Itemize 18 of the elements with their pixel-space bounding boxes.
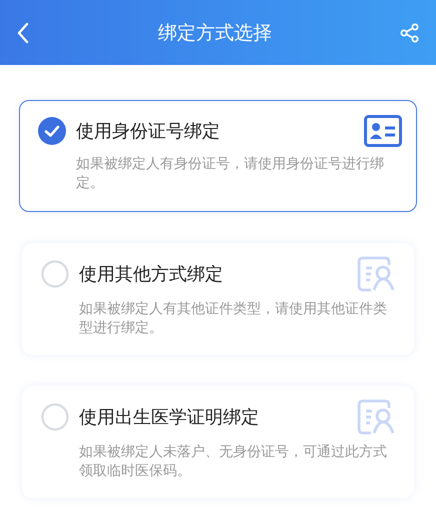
- option-description: 如果被绑定人未落户、无身份证号，可通过此方式领取临时医保码。: [79, 443, 388, 481]
- page-title: 绑定方式选择: [158, 20, 272, 46]
- option-card[interactable]: 使用其他方式绑定 如果被绑定人有其他证件类型，请使用其他证件类型进行绑定。: [22, 243, 414, 355]
- option-title: 使用出生医学证明绑定: [79, 406, 260, 429]
- radio-icon: [41, 403, 69, 431]
- option-description: 如果被绑定人有身份证号，请使用身份证号进行绑定。: [76, 155, 385, 193]
- document-person-icon: [357, 399, 395, 435]
- option-title: 使用身份证号绑定: [76, 120, 221, 143]
- option-card[interactable]: 使用身份证号绑定 如果被绑定人有身份证号，请使用身份证号进行绑定。: [19, 100, 417, 212]
- back-icon: [16, 22, 30, 44]
- id-card-icon: [364, 115, 402, 147]
- checked-radio-icon: [38, 117, 66, 145]
- option-title: 使用其他方式绑定: [79, 263, 224, 286]
- share-icon: [400, 22, 420, 42]
- document-person-icon: [357, 256, 395, 292]
- option-card[interactable]: 使用出生医学证明绑定 如果被绑定人未落户、无身份证号，可通过此方式领取临时医保码。: [22, 386, 414, 498]
- option-description: 如果被绑定人有其他证件类型，请使用其他证件类型进行绑定。: [79, 300, 388, 338]
- radio-icon: [41, 260, 69, 288]
